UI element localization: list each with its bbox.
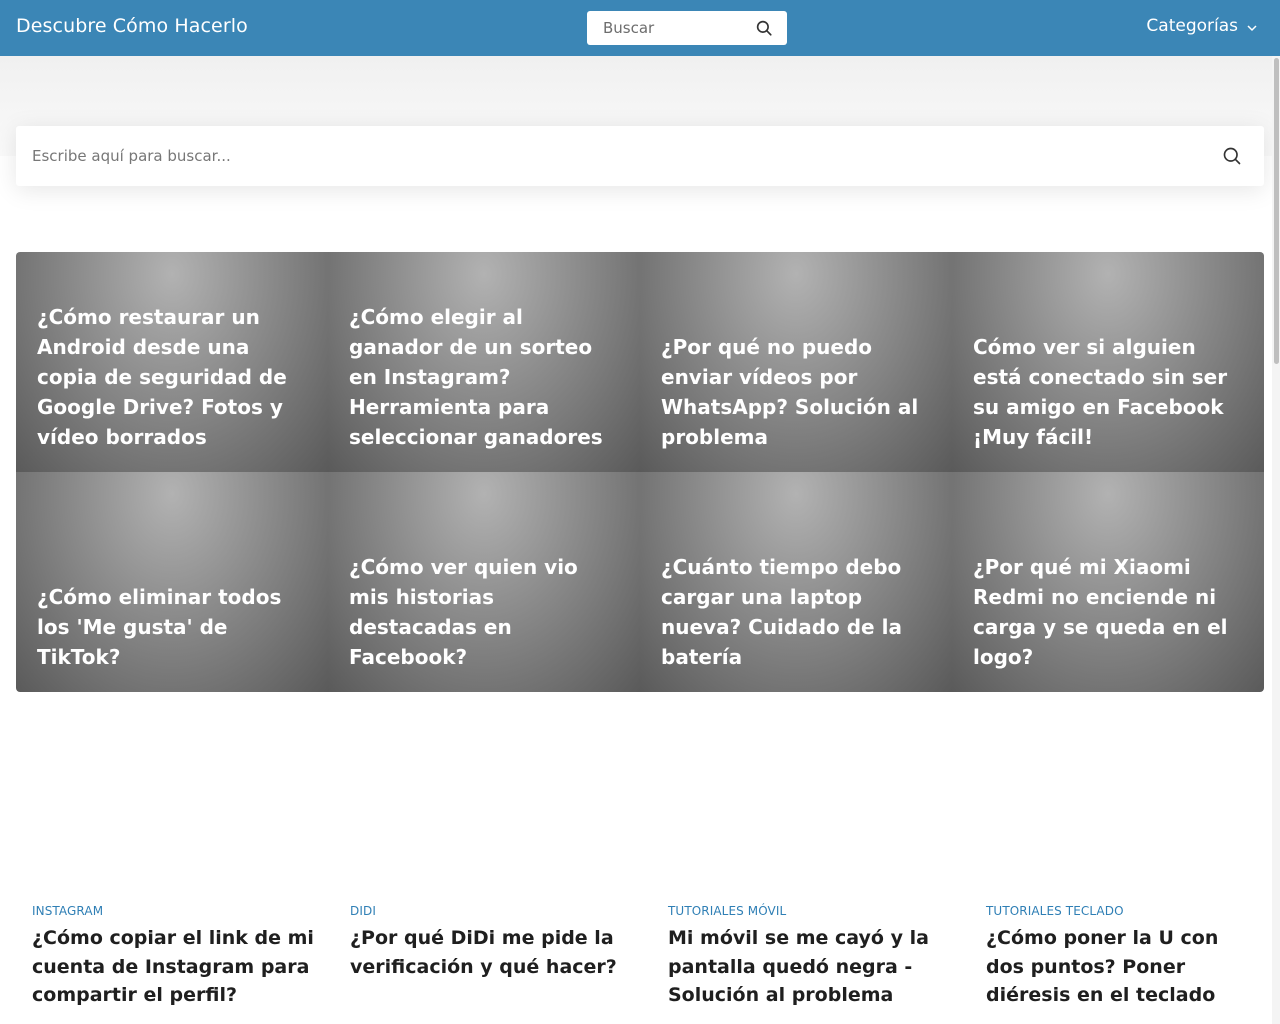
- header-search-box[interactable]: [587, 11, 787, 45]
- featured-title: ¿Por qué mi Xiaomi Redmi no enciende ni …: [973, 555, 1228, 669]
- article-title-link[interactable]: ¿Cómo poner la U con dos puntos? Poner d…: [986, 924, 1256, 1010]
- article-card[interactable]: TUTORIALES TECLADO ¿Cómo poner la U con …: [970, 900, 1272, 1010]
- article-category-link[interactable]: DIDI: [350, 904, 636, 918]
- top-navigation-bar: Descubre Cómo Hacerlo Categorías: [0, 0, 1280, 56]
- featured-title: ¿Cómo eliminar todos los 'Me gusta' de T…: [37, 585, 282, 669]
- article-title-link[interactable]: ¿Cómo copiar el link de mi cuenta de Ins…: [32, 924, 318, 1010]
- featured-title: ¿Cuánto tiempo debo cargar una laptop nu…: [661, 555, 902, 669]
- article-category-link[interactable]: INSTAGRAM: [32, 904, 318, 918]
- main-search-input[interactable]: [16, 126, 1186, 186]
- article-list: INSTAGRAM ¿Cómo copiar el link de mi cue…: [16, 900, 1272, 1010]
- featured-title: ¿Cómo ver quien vio mis historias destac…: [349, 555, 578, 669]
- featured-tile[interactable]: Cómo ver si alguien está conectado sin s…: [952, 252, 1264, 472]
- featured-tile[interactable]: ¿Por qué no puedo enviar vídeos por What…: [640, 252, 952, 472]
- article-title-link[interactable]: Mi móvil se me cayó y la pantalla quedó …: [668, 924, 954, 1010]
- article-category-link[interactable]: TUTORIALES MÓVIL: [668, 904, 954, 918]
- article-card[interactable]: DIDI ¿Por qué DiDi me pide la verificaci…: [334, 900, 652, 1010]
- page-scrollbar-thumb[interactable]: [1274, 58, 1279, 364]
- article-card[interactable]: TUTORIALES MÓVIL Mi móvil se me cayó y l…: [652, 900, 970, 1010]
- featured-tile[interactable]: ¿Por qué mi Xiaomi Redmi no enciende ni …: [952, 472, 1264, 692]
- main-search-box[interactable]: [16, 126, 1264, 186]
- featured-title: Cómo ver si alguien está conectado sin s…: [973, 335, 1228, 449]
- search-icon[interactable]: [1222, 146, 1242, 166]
- featured-tile[interactable]: ¿Cuánto tiempo debo cargar una laptop nu…: [640, 472, 952, 692]
- featured-tile[interactable]: ¿Cómo restaurar un Android desde una cop…: [16, 252, 328, 472]
- article-card[interactable]: INSTAGRAM ¿Cómo copiar el link de mi cue…: [16, 900, 334, 1010]
- featured-grid: ¿Cómo restaurar un Android desde una cop…: [16, 252, 1264, 692]
- article-title-link[interactable]: ¿Por qué DiDi me pide la verificación y …: [350, 924, 636, 981]
- categories-menu[interactable]: Categorías: [1146, 16, 1258, 36]
- chevron-down-icon: [1247, 24, 1257, 31]
- featured-tile[interactable]: ¿Cómo elegir al ganador de un sorteo en …: [328, 252, 640, 472]
- article-category-link[interactable]: TUTORIALES TECLADO: [986, 904, 1256, 918]
- search-icon[interactable]: [755, 19, 773, 37]
- featured-tile[interactable]: ¿Cómo ver quien vio mis historias destac…: [328, 472, 640, 692]
- categories-label: Categorías: [1146, 16, 1238, 36]
- featured-title: ¿Cómo restaurar un Android desde una cop…: [37, 305, 287, 449]
- featured-title: ¿Por qué no puedo enviar vídeos por What…: [661, 335, 919, 449]
- site-title-link[interactable]: Descubre Cómo Hacerlo: [16, 15, 248, 37]
- featured-title: ¿Cómo elegir al ganador de un sorteo en …: [349, 305, 603, 449]
- header-search-input[interactable]: [587, 11, 747, 45]
- featured-tile[interactable]: ¿Cómo eliminar todos los 'Me gusta' de T…: [16, 472, 328, 692]
